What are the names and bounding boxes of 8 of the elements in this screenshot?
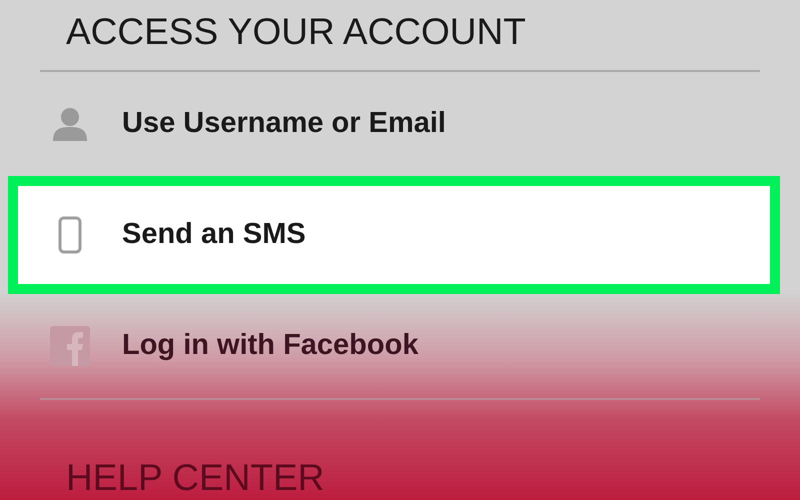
- login-option[interactable]: Send an SMS: [8, 176, 780, 294]
- login-option[interactable]: Log in with Facebook: [8, 294, 780, 398]
- section-heading: HELP CENTER: [65, 456, 326, 500]
- phone-icon: [58, 216, 82, 254]
- facebook-icon: [50, 326, 90, 366]
- login-option[interactable]: Use Username or Email: [8, 72, 780, 176]
- section-heading: ACCESS YOUR ACCOUNT: [65, 10, 526, 54]
- person-icon: [52, 107, 88, 141]
